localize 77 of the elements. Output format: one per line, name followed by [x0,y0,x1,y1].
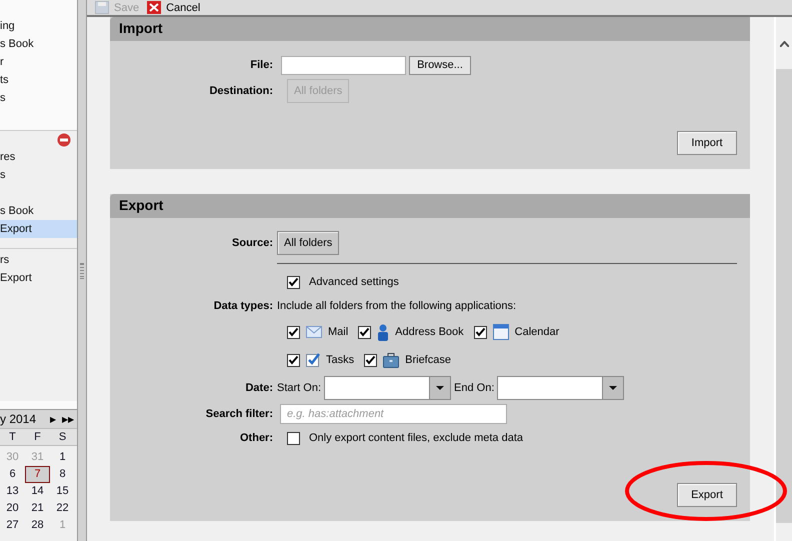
calendar-day[interactable]: 20 [0,500,25,517]
sidebar-item[interactable]: ing [0,17,77,35]
sidebar-item[interactable]: rs [0,251,77,269]
calendar-day[interactable]: 13 [0,483,25,500]
checkbox[interactable] [287,432,300,444]
field-label: Other: [239,432,273,444]
checkbox-label: Briefcase [405,354,451,366]
export-button[interactable]: Export [677,483,737,507]
checkbox[interactable] [287,354,300,366]
field-label: End On: [454,382,494,394]
checkbox[interactable] [287,276,300,288]
calendar-day[interactable]: 15 [50,483,75,500]
splitter-handle[interactable] [78,0,87,541]
folder-button[interactable]: All folders [277,231,340,255]
checkbox-label: Address Book [395,326,464,338]
calendar-day[interactable]: 21 [25,500,50,517]
scroll-up-icon[interactable] [780,41,788,47]
checkbox[interactable] [358,326,372,338]
calendar-day[interactable]: 7 [25,466,50,483]
sidebar-item[interactable]: s Book [0,35,77,53]
calendar-day[interactable]: 14 [25,483,50,500]
dropdown-icon[interactable] [609,386,618,390]
briefcase-icon [383,352,400,368]
browse-button[interactable]: Browse... [409,56,471,74]
field-label: Source: [231,237,273,249]
field-label: Date: [244,382,273,394]
checkbox-label: Only export content files, exclude meta data [309,432,524,444]
calendar-day[interactable]: 8 [50,466,75,483]
panel-title: Import [110,17,750,41]
cancel-button[interactable]: Cancel [147,0,200,14]
remove-icon[interactable] [57,133,71,147]
field-label: Data types: [212,300,273,312]
person-icon [377,324,390,340]
calendar-day[interactable]: 28 [25,517,50,534]
search-field[interactable]: e.g. has:attachment [280,404,507,424]
scrollbar-thumb[interactable] [776,69,792,523]
checkbox-label: Tasks [326,354,354,366]
calendar-icon [492,324,509,340]
panel-title: Export [110,194,750,218]
sidebar-item[interactable]: Export [0,269,77,287]
next-year-button[interactable]: ▶▶ [62,414,74,424]
date-field[interactable] [497,376,624,400]
data-types-note: Include all folders from the following applications: [277,300,516,312]
checkmark-icon [306,353,320,367]
scrollbar[interactable] [774,17,792,541]
next-month-button[interactable]: ▶ [50,414,56,424]
checkbox-label: Calendar [514,326,560,338]
month-title: y 2014 [0,412,36,426]
checkbox[interactable] [474,326,487,338]
sidebar-item[interactable]: s [0,89,77,107]
envelope-icon [306,326,322,338]
file-field[interactable] [281,56,406,74]
calendar-day[interactable]: 6 [0,466,25,483]
checkbox-label: Advanced settings [309,276,399,288]
import-button[interactable]: Import [677,131,737,155]
sidebar-item[interactable]: Export [0,220,77,238]
sidebar-item[interactable]: s [0,166,77,184]
dropdown-icon[interactable] [436,386,444,390]
sidebar-item[interactable]: s Book [0,202,77,220]
weekday-label: T [8,430,17,444]
date-field[interactable] [324,376,452,400]
calendar-day[interactable]: 27 [0,517,25,534]
weekday-label: F [33,430,42,444]
field-label: Start On: [277,382,322,394]
sidebar-item[interactable]: ts [0,71,77,89]
field-label: File: [249,59,273,71]
sidebar-item[interactable]: res [0,148,77,166]
checkbox-label: Mail [328,326,348,338]
calendar-day[interactable]: 22 [50,500,75,517]
calendar-day[interactable]: 1 [50,449,75,466]
weekday-label: S [58,430,68,444]
sidebar-item[interactable]: r [0,53,77,71]
field-label: Destination: [208,85,273,97]
checkbox[interactable] [287,326,300,338]
checkbox[interactable] [364,354,378,366]
field-label: Search filter: [204,408,273,420]
x-icon [147,1,162,14]
